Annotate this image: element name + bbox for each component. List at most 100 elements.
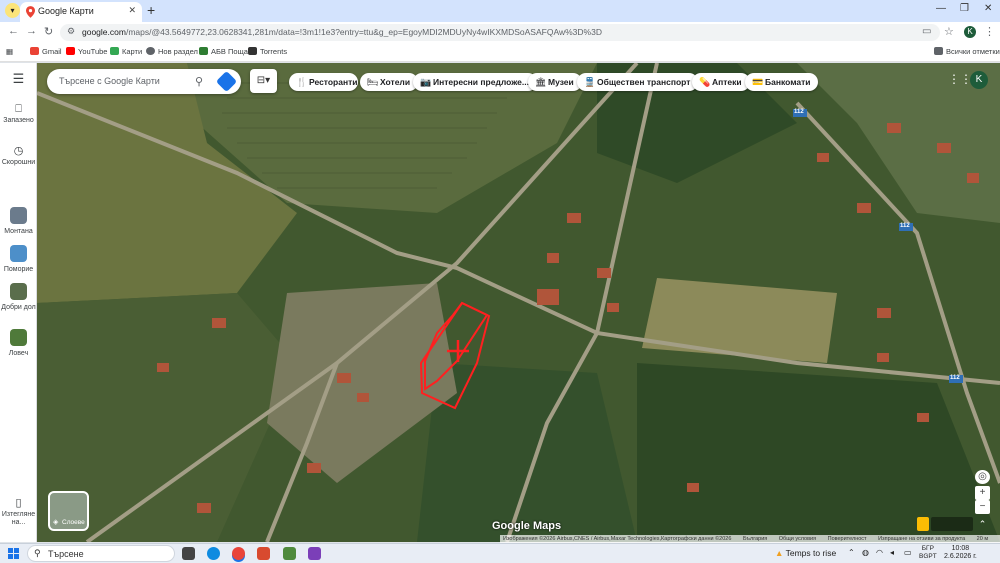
bookmark-abv-mail[interactable]: АБВ Поща xyxy=(199,47,248,56)
new-tab-icon[interactable]: + xyxy=(147,2,155,18)
restore-icon[interactable]: ❐ xyxy=(960,3,969,14)
tab-google-maps[interactable]: Google Карти ✕ xyxy=(20,2,142,22)
apps-grid-icon[interactable]: ▦ xyxy=(6,47,13,56)
reload-icon[interactable]: ↻ xyxy=(44,25,53,38)
pharmacy-icon: 💊 xyxy=(699,77,711,87)
cast-icon[interactable]: ▭ xyxy=(922,26,931,37)
abv-icon xyxy=(199,47,208,55)
zoom-out-button[interactable]: − xyxy=(975,500,990,514)
app-icon[interactable] xyxy=(257,547,270,560)
chip-atms[interactable]: 💳 Банкомати xyxy=(745,73,819,91)
place-thumbnail xyxy=(10,245,27,262)
youtube-icon xyxy=(66,47,75,55)
system-clock[interactable]: 10:08 2.6.2026 г. xyxy=(944,545,977,561)
edge-icon[interactable] xyxy=(207,547,220,560)
language-indicator[interactable]: БГР BGPT xyxy=(919,545,937,561)
rail-place-dobri-dol[interactable]: Добри дол xyxy=(0,283,37,312)
country-link[interactable]: България xyxy=(743,536,767,542)
tray-app-icon[interactable]: ◍ xyxy=(862,548,869,557)
rail-recent[interactable]: ◷ Скорошни xyxy=(0,146,37,167)
expand-icon[interactable]: ⌃ xyxy=(975,517,990,531)
chip-museums[interactable]: 🏛 Музеи xyxy=(528,73,582,91)
back-icon[interactable]: ← xyxy=(8,25,19,37)
weather-icon: ▲ xyxy=(775,548,786,558)
rail-download-label: Изтегляне на... xyxy=(1,511,36,526)
search-input[interactable]: Търсене с Google Карти xyxy=(59,76,160,86)
account-avatar[interactable]: K xyxy=(970,71,988,89)
chip-label: Хотели xyxy=(380,77,411,87)
chip-hotels[interactable]: 🛏 Хотели xyxy=(360,73,419,91)
rail-place-pomorie[interactable]: Поморие xyxy=(0,245,37,274)
close-tab-icon[interactable]: ✕ xyxy=(128,5,136,16)
search-icon: ⚲ xyxy=(34,548,41,558)
weather-widget[interactable]: ▲ Temps to rise xyxy=(775,548,836,558)
bookmark-youtube[interactable]: YouTube xyxy=(66,47,107,56)
bookmark-maps[interactable]: Карти xyxy=(110,47,142,56)
maps-side-rail: ☰ ⎕ Запазено ◷ Скорошни Монтана Поморие … xyxy=(0,63,37,542)
menu-icon[interactable]: ☰ xyxy=(0,72,37,85)
rail-download-app[interactable]: ▯ Изтегляне на... xyxy=(0,497,37,527)
my-location-icon[interactable]: ◎ xyxy=(975,470,990,484)
forward-icon[interactable]: → xyxy=(26,25,37,37)
chip-restaurants[interactable]: 🍴 Ресторанти xyxy=(289,73,358,91)
street-view-pegman-icon[interactable] xyxy=(917,517,929,531)
rail-saved[interactable]: ⎕ Запазено xyxy=(0,104,37,125)
visual-studio-icon[interactable] xyxy=(308,547,321,560)
rail-place-label: Добри дол xyxy=(1,304,36,311)
chip-label: Ресторанти xyxy=(309,77,358,87)
layers-button[interactable]: ◈ Слоеве xyxy=(48,491,89,531)
taskbar-search[interactable]: ⚲ Търсене xyxy=(27,545,175,562)
bookmark-label: Torrents xyxy=(260,47,288,56)
plowed-field xyxy=(642,278,837,363)
rail-place-lovech[interactable]: Ловеч xyxy=(0,329,37,358)
site-info-icon[interactable]: ⚙ xyxy=(67,26,75,37)
address-bar[interactable]: ⚙ google.com/maps/@43.5649772,23.0628341… xyxy=(60,24,940,41)
chip-attractions[interactable]: 📷 Интересни предложе... xyxy=(413,73,537,91)
scale-label[interactable]: 20 м xyxy=(977,536,988,542)
chip-pharmacies[interactable]: 💊 Аптеки xyxy=(692,73,750,91)
satellite-map[interactable]: 112 112 112 xyxy=(37,63,1000,542)
minimize-icon[interactable]: — xyxy=(936,3,946,14)
browser-menu-icon[interactable]: ⋮ xyxy=(984,25,995,38)
rail-saved-label: Запазено xyxy=(3,117,34,124)
close-window-icon[interactable]: ✕ xyxy=(984,3,992,14)
terms-link[interactable]: Общи условия xyxy=(779,536,816,542)
chrome-icon[interactable] xyxy=(232,547,245,560)
battery-icon[interactable]: ▭ xyxy=(904,548,912,557)
road-number-label: 112 xyxy=(900,223,910,229)
google-apps-icon[interactable]: ⋮⋮ xyxy=(948,72,972,86)
directions-icon[interactable] xyxy=(215,70,238,93)
chip-label: Банкомати xyxy=(765,77,811,87)
app-icon[interactable] xyxy=(283,547,296,560)
bookmark-gmail[interactable]: Gmail xyxy=(30,47,62,56)
volume-icon[interactable]: ◂ xyxy=(890,548,894,557)
search-icon[interactable]: ⚲ xyxy=(195,75,203,88)
bookmark-new-tab[interactable]: Нов раздел xyxy=(146,47,198,56)
tab-search-dropdown-icon[interactable]: ▾ xyxy=(5,3,20,18)
torrents-icon xyxy=(248,47,257,55)
profile-avatar[interactable]: K xyxy=(964,26,976,38)
bookmark-label: Карти xyxy=(122,47,143,56)
task-view-icon[interactable] xyxy=(182,547,195,560)
tab-bar: ▾ Google Карти ✕ + — ❐ ✕ xyxy=(0,0,1000,22)
windows-taskbar: ⚲ Търсене ▲ Temps to rise ⌃ ◍ ◠ ◂ ▭ БГР … xyxy=(0,543,1000,563)
place-thumbnail xyxy=(10,329,27,346)
windows-start-icon[interactable] xyxy=(8,548,19,559)
bookmark-star-icon[interactable]: ☆ xyxy=(944,25,954,38)
search-box[interactable]: Търсене с Google Карти ⚲ xyxy=(47,69,241,94)
tray-chevron-icon[interactable]: ⌃ xyxy=(848,548,855,557)
mini-layers-selector[interactable] xyxy=(931,517,973,531)
rail-place-label: Поморие xyxy=(3,266,34,273)
privacy-link[interactable]: Поверителност xyxy=(828,536,867,542)
chip-transit[interactable]: 🚆 Обществен транспорт xyxy=(577,73,699,91)
maps-icon xyxy=(110,47,119,55)
zoom-in-button[interactable]: + xyxy=(975,486,990,500)
language-code: БГР xyxy=(921,545,934,552)
filter-layers-button[interactable]: ⊟▾ xyxy=(250,69,277,93)
all-bookmarks[interactable]: Всички отметки xyxy=(934,47,1000,56)
feedback-link[interactable]: Изпращане на отзиви за продукта xyxy=(878,536,965,542)
rail-place-montana[interactable]: Монтана xyxy=(0,207,37,236)
bookmark-torrents[interactable]: Torrents xyxy=(248,47,287,56)
wifi-icon[interactable]: ◠ xyxy=(876,548,883,557)
phone-icon: ▯ xyxy=(15,497,22,509)
